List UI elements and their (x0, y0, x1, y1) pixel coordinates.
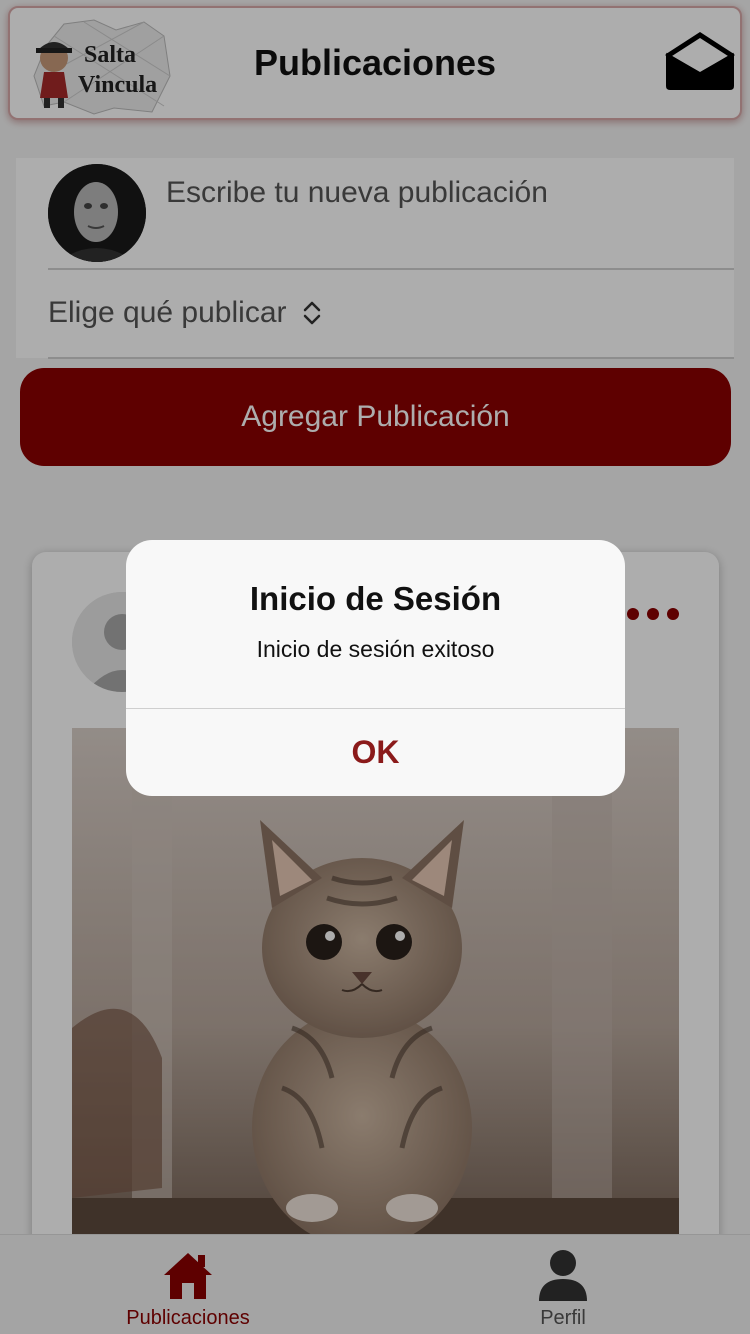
dialog-title: Inicio de Sesión (249, 580, 502, 617)
dialog-message: Inicio de sesión exitoso (256, 636, 495, 662)
ok-button[interactable]: OK (126, 709, 625, 796)
app-screen: Salta Vincula Publicaciones Escribe tu n… (0, 0, 750, 1334)
login-success-dialog: Inicio de Sesión Inicio de sesión exitos… (126, 540, 625, 796)
